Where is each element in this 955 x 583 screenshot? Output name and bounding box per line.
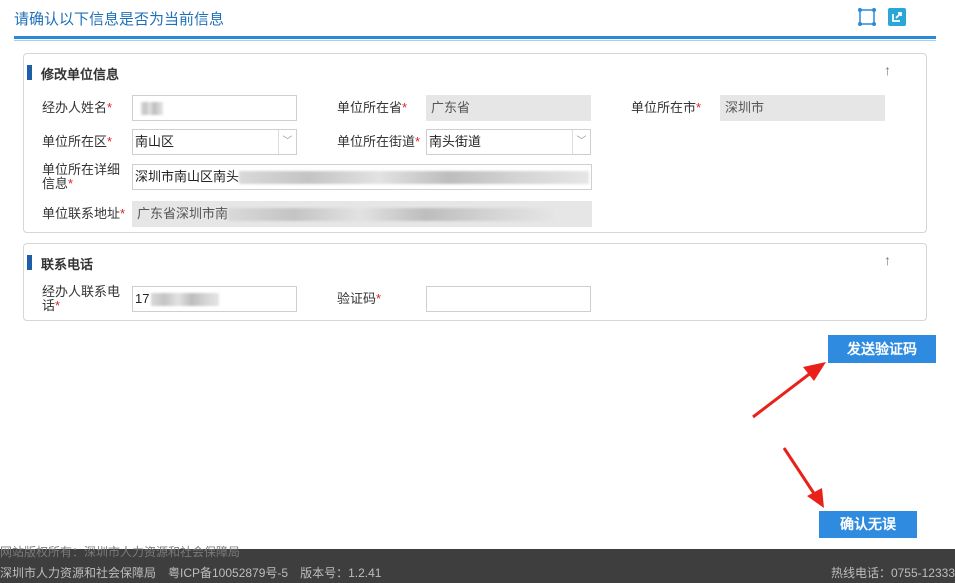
- contact-phone-panel-title: 联系电话: [41, 254, 93, 273]
- open-external-icon[interactable]: [887, 7, 907, 27]
- footer-info: 深圳市人力资源和社会保障局 粤ICP备10052879号-5 版本号：1.2.4…: [0, 564, 381, 581]
- page-footer: 网站版权所有：深圳市人力资源和社会保障局 深圳市人力资源和社会保障局 粤ICP备…: [0, 549, 955, 583]
- collapse-up-icon[interactable]: ↑: [884, 62, 891, 78]
- contact-address-field: 广东省深圳市南: [132, 201, 592, 227]
- header-tools: [857, 7, 907, 27]
- district-label: 单位所在区*: [42, 135, 112, 149]
- redacted-value: [141, 102, 163, 115]
- red-arrow-icon: [753, 362, 826, 417]
- detail-address-field[interactable]: 深圳市南山区南头: [132, 164, 592, 190]
- phone-label: 经办人联系电话*: [42, 285, 120, 313]
- unit-info-panel: 修改单位信息 ↑ 经办人姓名* 单位所在省* 广东省 单位所在市* 深圳市 单位…: [23, 53, 927, 233]
- province-label: 单位所在省*: [337, 101, 407, 115]
- chevron-down-icon: ﹀: [278, 130, 296, 154]
- phone-field[interactable]: 17: [132, 286, 297, 312]
- header-divider: [14, 36, 936, 39]
- red-arrow-icon: [784, 448, 824, 508]
- street-label: 单位所在街道*: [337, 135, 420, 149]
- header-divider-light: [14, 40, 936, 41]
- contact-phone-panel: 联系电话 ↑ 经办人联系电话* 17 验证码*: [23, 243, 927, 321]
- operator-name-label: 经办人姓名*: [42, 101, 112, 115]
- dialog-header: 请确认以下信息是否为当前信息: [0, 0, 955, 36]
- city-label: 单位所在市*: [631, 101, 701, 115]
- chevron-down-icon: ﹀: [572, 130, 590, 154]
- redacted-value: [239, 171, 589, 184]
- detail-address-label: 单位所在详细信息*: [42, 163, 120, 191]
- province-field: 广东省: [426, 95, 591, 121]
- city-field: 深圳市: [720, 95, 885, 121]
- street-select[interactable]: 南头街道﹀: [426, 129, 591, 155]
- redacted-value: [228, 208, 558, 221]
- unit-info-panel-title: 修改单位信息: [41, 64, 119, 83]
- confirm-button[interactable]: 确认无误: [819, 511, 917, 538]
- redacted-value: [151, 293, 219, 306]
- contact-address-label: 单位联系地址*: [42, 207, 125, 221]
- verification-code-label: 验证码*: [337, 292, 381, 306]
- operator-name-field[interactable]: [132, 95, 297, 121]
- footer-copyright: 网站版权所有：深圳市人力资源和社会保障局: [0, 543, 240, 560]
- verification-code-input[interactable]: [426, 286, 591, 312]
- collapse-up-icon[interactable]: ↑: [884, 252, 891, 268]
- footer-hotline: 热线电话：0755-12333: [831, 564, 955, 581]
- fullscreen-icon[interactable]: [857, 7, 877, 27]
- dialog-title: 请确认以下信息是否为当前信息: [14, 8, 224, 29]
- district-select[interactable]: 南山区﹀: [132, 129, 297, 155]
- send-code-button[interactable]: 发送验证码: [828, 335, 936, 363]
